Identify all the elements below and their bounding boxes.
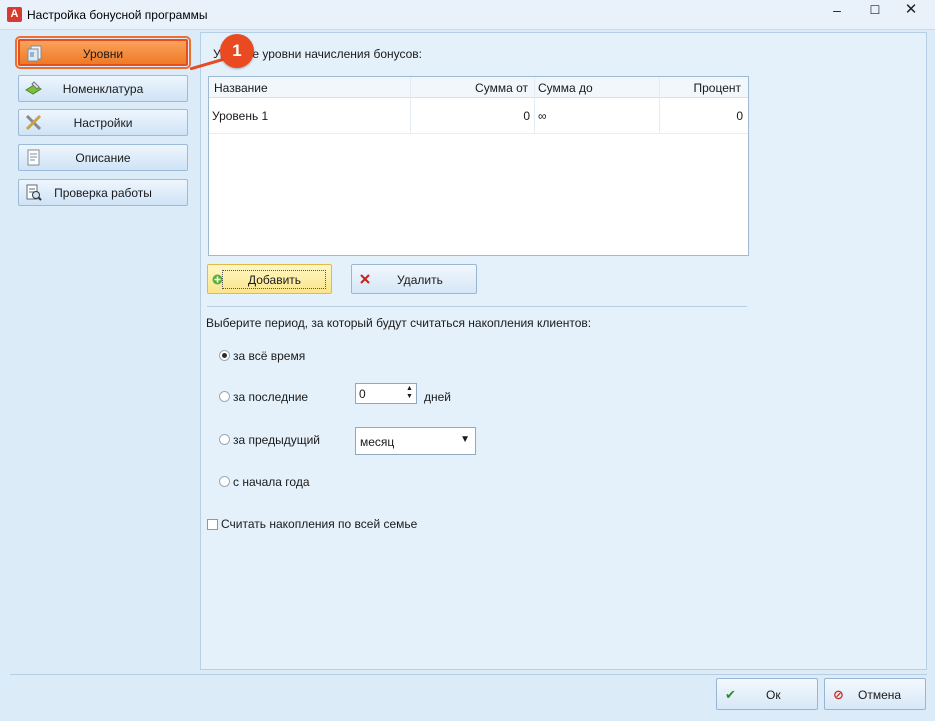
radio-last[interactable] bbox=[219, 391, 230, 402]
levels-table[interactable]: Название Сумма от Сумма до Процент Урове… bbox=[208, 76, 749, 256]
sidebar-item-check-work[interactable]: Проверка работы bbox=[18, 179, 188, 206]
sidebar-item-levels[interactable]: Уровни bbox=[15, 36, 191, 69]
cancel-button-label: Отмена bbox=[858, 688, 902, 702]
add-level-button[interactable]: Добавить bbox=[207, 264, 332, 294]
cancel-button[interactable]: ⊘ Отмена bbox=[824, 678, 926, 710]
ok-button[interactable]: ✔ Ок bbox=[716, 678, 818, 710]
cell-to: ∞ bbox=[538, 109, 547, 123]
cell-percent: 0 bbox=[736, 109, 743, 123]
column-header-to[interactable]: Сумма до bbox=[538, 81, 593, 95]
radio-year-start-label[interactable]: с начала года bbox=[233, 475, 310, 489]
period-dropdown-value: месяц bbox=[360, 435, 395, 449]
minimize-button[interactable]: – bbox=[818, 0, 856, 22]
table-row[interactable]: Уровень 1 0 ∞ 0 bbox=[209, 98, 748, 134]
close-button[interactable]: ✕ bbox=[892, 0, 930, 22]
delete-x-icon bbox=[360, 274, 370, 284]
radio-previous[interactable] bbox=[219, 434, 230, 445]
column-header-from[interactable]: Сумма от bbox=[475, 81, 528, 95]
days-stepper[interactable]: 0 ▲ ▼ bbox=[355, 383, 417, 404]
app-logo-icon: A bbox=[7, 7, 22, 22]
sidebar-item-label: Описание bbox=[75, 151, 131, 165]
step-badge: 1 bbox=[220, 34, 254, 68]
family-checkbox[interactable] bbox=[207, 519, 218, 530]
sidebar-item-label: Уровни bbox=[82, 47, 124, 61]
days-value: 0 bbox=[359, 387, 366, 401]
sidebar-item-nomenclature[interactable]: Номенклатура bbox=[18, 75, 188, 102]
footer-divider bbox=[10, 674, 927, 675]
cell-from: 0 bbox=[523, 109, 530, 123]
family-checkbox-label[interactable]: Считать накопления по всей семье bbox=[221, 517, 417, 531]
table-header: Название Сумма от Сумма до Процент bbox=[209, 77, 748, 98]
column-header-name[interactable]: Название bbox=[214, 81, 268, 95]
sidebar-item-description[interactable]: Описание bbox=[18, 144, 188, 171]
radio-previous-label[interactable]: за предыдущий bbox=[233, 433, 320, 447]
delete-level-button[interactable]: Удалить bbox=[351, 264, 477, 294]
window-title: Настройка бонусной программы bbox=[27, 8, 208, 22]
dialog-body: Уровни Номенклатура Настройки Описание П… bbox=[0, 30, 935, 721]
period-dropdown[interactable]: месяц ▼ bbox=[355, 427, 476, 455]
levels-panel: Укажите уровни начисления бонусов: Назва… bbox=[200, 32, 927, 670]
sidebar-item-label: Проверка работы bbox=[54, 186, 152, 200]
chevron-down-icon: ▼ bbox=[460, 434, 470, 445]
title-bar: A Настройка бонусной программы – ☐ ✕ bbox=[0, 0, 935, 30]
radio-all-time-label[interactable]: за всё время bbox=[233, 349, 305, 363]
radio-all-time[interactable] bbox=[219, 350, 230, 361]
cell-name: Уровень 1 bbox=[212, 109, 269, 123]
sidebar-item-label: Настройки bbox=[73, 116, 133, 130]
section-divider bbox=[207, 306, 747, 307]
sidebar-item-label: Номенклатура bbox=[62, 82, 144, 96]
add-button-label: Добавить bbox=[248, 273, 302, 287]
radio-last-label[interactable]: за последние bbox=[233, 390, 308, 404]
maximize-button[interactable]: ☐ bbox=[856, 0, 894, 22]
sidebar-item-settings[interactable]: Настройки bbox=[18, 109, 188, 136]
stepper-arrows-icon[interactable]: ▲ ▼ bbox=[405, 385, 414, 401]
cancel-icon: ⊘ bbox=[833, 687, 844, 702]
checkmark-icon: ✔ bbox=[725, 687, 736, 702]
days-label: дней bbox=[424, 390, 452, 404]
period-heading: Выберите период, за который будут считат… bbox=[206, 316, 592, 330]
column-header-percent[interactable]: Процент bbox=[693, 81, 741, 95]
delete-button-label: Удалить bbox=[397, 273, 443, 287]
ok-button-label: Ок bbox=[766, 688, 781, 702]
radio-year-start[interactable] bbox=[219, 476, 230, 487]
sidebar: Уровни Номенклатура Настройки Описание П… bbox=[10, 32, 200, 672]
